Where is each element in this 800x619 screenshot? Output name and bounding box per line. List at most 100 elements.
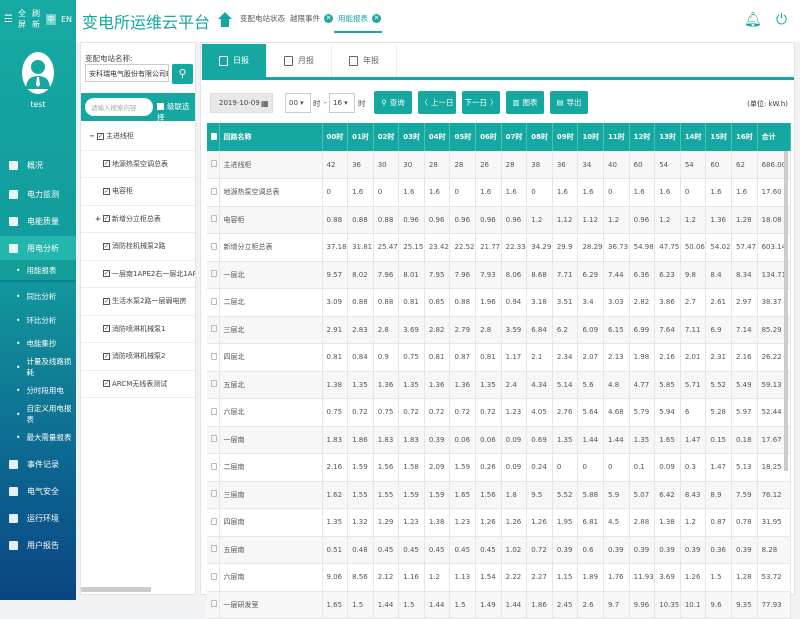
sidebar-item[interactable]: 用电分析 bbox=[0, 236, 76, 260]
value-cell: 9.6 bbox=[705, 591, 732, 619]
sidebar-item[interactable]: 事件记录 bbox=[0, 452, 76, 476]
tree-item[interactable]: ✓ 消防喷淋机械泵2 bbox=[81, 343, 195, 371]
sidebar-item[interactable]: 电力监测 bbox=[0, 182, 76, 206]
tab-label: 日报 bbox=[233, 56, 249, 65]
row-checkbox[interactable] bbox=[207, 178, 220, 207]
hour-from-select[interactable]: 00 ▾ bbox=[285, 93, 311, 113]
value-cell: 0.39 bbox=[552, 536, 579, 564]
station-search-button[interactable]: ⚲ bbox=[172, 64, 193, 84]
tree-item[interactable]: − ✓ 主进线柜 bbox=[81, 123, 195, 151]
close-icon[interactable]: ✕ bbox=[324, 14, 333, 23]
tree-search-input[interactable]: 请输入搜索内容 bbox=[85, 98, 153, 116]
hamburger-icon[interactable]: ☰ bbox=[4, 14, 13, 25]
row-checkbox[interactable] bbox=[207, 453, 220, 482]
query-button[interactable]: ⚲ 查询 bbox=[374, 91, 412, 114]
lang-en-button[interactable]: EN bbox=[61, 15, 72, 24]
tree-item[interactable]: ✓ 地源热泵空调总表 bbox=[81, 151, 195, 178]
prev-day-button[interactable]: 〈上一日 bbox=[418, 91, 456, 114]
tab-energy-report[interactable]: 用能报表 ✕ bbox=[338, 13, 381, 24]
sidebar-item[interactable]: 运行环境 bbox=[0, 506, 76, 530]
checkbox-checked-icon[interactable]: ✓ bbox=[103, 297, 110, 305]
power-icon[interactable]: ⏻ bbox=[776, 12, 787, 28]
sidebar-subitem[interactable]: 同比分析 bbox=[0, 285, 76, 307]
value-cell: 1.6 bbox=[475, 178, 502, 207]
row-checkbox[interactable] bbox=[207, 508, 220, 537]
checkbox-checked-icon[interactable]: ✓ bbox=[103, 325, 110, 333]
tree-item[interactable]: ✓ 消防喷淋机械泵1 bbox=[81, 316, 195, 343]
horizontal-scrollbar[interactable] bbox=[81, 587, 151, 592]
select-all-checkbox[interactable] bbox=[207, 123, 220, 151]
checkbox-checked-icon[interactable]: ✓ bbox=[103, 187, 110, 195]
sidebar-item[interactable]: 用户报告 bbox=[0, 533, 76, 557]
sidebar-subitem[interactable]: 环比分析 bbox=[0, 309, 76, 331]
row-checkbox[interactable] bbox=[207, 481, 220, 509]
tab-monthly[interactable]: 月报 bbox=[267, 44, 332, 77]
row-checkbox[interactable] bbox=[207, 536, 220, 564]
row-checkbox[interactable] bbox=[207, 426, 220, 454]
calendar-icon[interactable]: ▦ bbox=[261, 99, 269, 108]
table-row: 五层北 1.38 1.35 1.36 1.35 1.36 1.36 1.35 2.4 4.34 5.… bbox=[207, 371, 791, 399]
cascade-select-checkbox[interactable]: 级联选择 bbox=[157, 101, 195, 123]
station-input[interactable]: 安科瑞电气股份有限公司E... bbox=[85, 64, 169, 82]
checkbox-checked-icon[interactable]: ✓ bbox=[102, 215, 110, 223]
home-icon[interactable] bbox=[218, 11, 232, 27]
row-checkbox[interactable] bbox=[207, 398, 220, 427]
sidebar-item[interactable]: 概况 bbox=[0, 153, 76, 177]
tree-item[interactable]: ✓ 生活水泵2路一层弱电房 bbox=[81, 288, 195, 316]
tree-item[interactable]: ✓ 消防栓机械泵2路 bbox=[81, 233, 195, 261]
value-cell: 0.45 bbox=[398, 536, 425, 564]
sidebar-subitem[interactable]: 分时段用电 bbox=[0, 379, 76, 401]
tab-limit-events[interactable]: 越限事件 ✕ bbox=[290, 13, 333, 24]
collapse-icon[interactable]: − bbox=[89, 132, 95, 140]
row-checkbox[interactable] bbox=[207, 233, 220, 262]
sidebar-item[interactable]: 电气安全 bbox=[0, 479, 76, 503]
tree-item[interactable]: ✓ ARCM无线表测试 bbox=[81, 371, 195, 398]
row-checkbox[interactable] bbox=[207, 563, 220, 592]
vertical-scrollbar[interactable] bbox=[784, 151, 788, 471]
camera-icon bbox=[9, 513, 18, 523]
alarm-bell-icon[interactable]: 🔔︎ bbox=[744, 12, 762, 28]
tree-item[interactable]: ✓ 电容柜 bbox=[81, 178, 195, 206]
expand-icon[interactable]: + bbox=[95, 215, 101, 223]
tab-yearly[interactable]: 年报 bbox=[332, 44, 397, 77]
checkbox-checked-icon[interactable]: ✓ bbox=[103, 270, 110, 278]
next-day-button[interactable]: 下一日〉 bbox=[462, 91, 500, 114]
tree-item[interactable]: + ✓ 新增分立柜总表 bbox=[81, 206, 195, 233]
tab-daily[interactable]: 日报 bbox=[202, 44, 267, 77]
tab-station-status[interactable]: 变配电站状态 bbox=[240, 13, 285, 24]
export-button[interactable]: ▤ 导出 bbox=[550, 91, 588, 114]
fullscreen-button[interactable]: 全屏 bbox=[18, 8, 27, 30]
row-checkbox[interactable] bbox=[207, 261, 220, 289]
value-cell: 9.96 bbox=[629, 591, 656, 619]
checkbox-checked-icon[interactable]: ✓ bbox=[103, 242, 110, 250]
checkbox-checked-icon[interactable]: ✓ bbox=[96, 132, 104, 140]
value-cell: 1.28 bbox=[731, 206, 758, 234]
chart-button[interactable]: ▥ 图表 bbox=[506, 91, 544, 114]
row-checkbox[interactable] bbox=[207, 288, 220, 317]
row-checkbox[interactable] bbox=[207, 316, 220, 344]
row-checkbox[interactable] bbox=[207, 151, 220, 179]
sidebar-subitem[interactable]: 电能集抄 bbox=[0, 332, 76, 354]
checkbox-checked-icon[interactable]: ✓ bbox=[103, 352, 110, 360]
sidebar-item[interactable]: 电能质量 bbox=[0, 209, 76, 233]
checkbox-checked-icon[interactable]: ✓ bbox=[103, 160, 110, 168]
sidebar-subitem[interactable]: 计量及线路损耗 bbox=[0, 356, 76, 378]
sidebar-subitem[interactable]: 用能报表 bbox=[0, 260, 76, 282]
value-cell: 0.06 bbox=[475, 426, 502, 454]
row-checkbox[interactable] bbox=[207, 371, 220, 399]
hour-to-select[interactable]: 16 ▾ bbox=[329, 93, 355, 113]
lang-zh-button[interactable]: 中 bbox=[45, 13, 56, 25]
sidebar-subitem[interactable]: 自定义用电报表 bbox=[0, 403, 76, 425]
tree-item[interactable]: ✓一层南1APE2右一层北1APE1左 bbox=[81, 261, 195, 288]
row-checkbox[interactable] bbox=[207, 591, 220, 619]
checkbox-checked-icon[interactable]: ✓ bbox=[103, 380, 110, 388]
value-cell: 5.28 bbox=[705, 398, 732, 427]
value-cell: 2.13 bbox=[603, 343, 630, 372]
sidebar-subitem[interactable]: 最大需量报表 bbox=[0, 426, 76, 448]
row-checkbox[interactable] bbox=[207, 206, 220, 234]
value-cell: 0.72 bbox=[475, 398, 502, 427]
refresh-button[interactable]: 刷新 bbox=[32, 8, 41, 30]
close-icon[interactable]: ✕ bbox=[372, 14, 381, 23]
value-cell: 1.59 bbox=[398, 481, 425, 509]
row-checkbox[interactable] bbox=[207, 343, 220, 372]
